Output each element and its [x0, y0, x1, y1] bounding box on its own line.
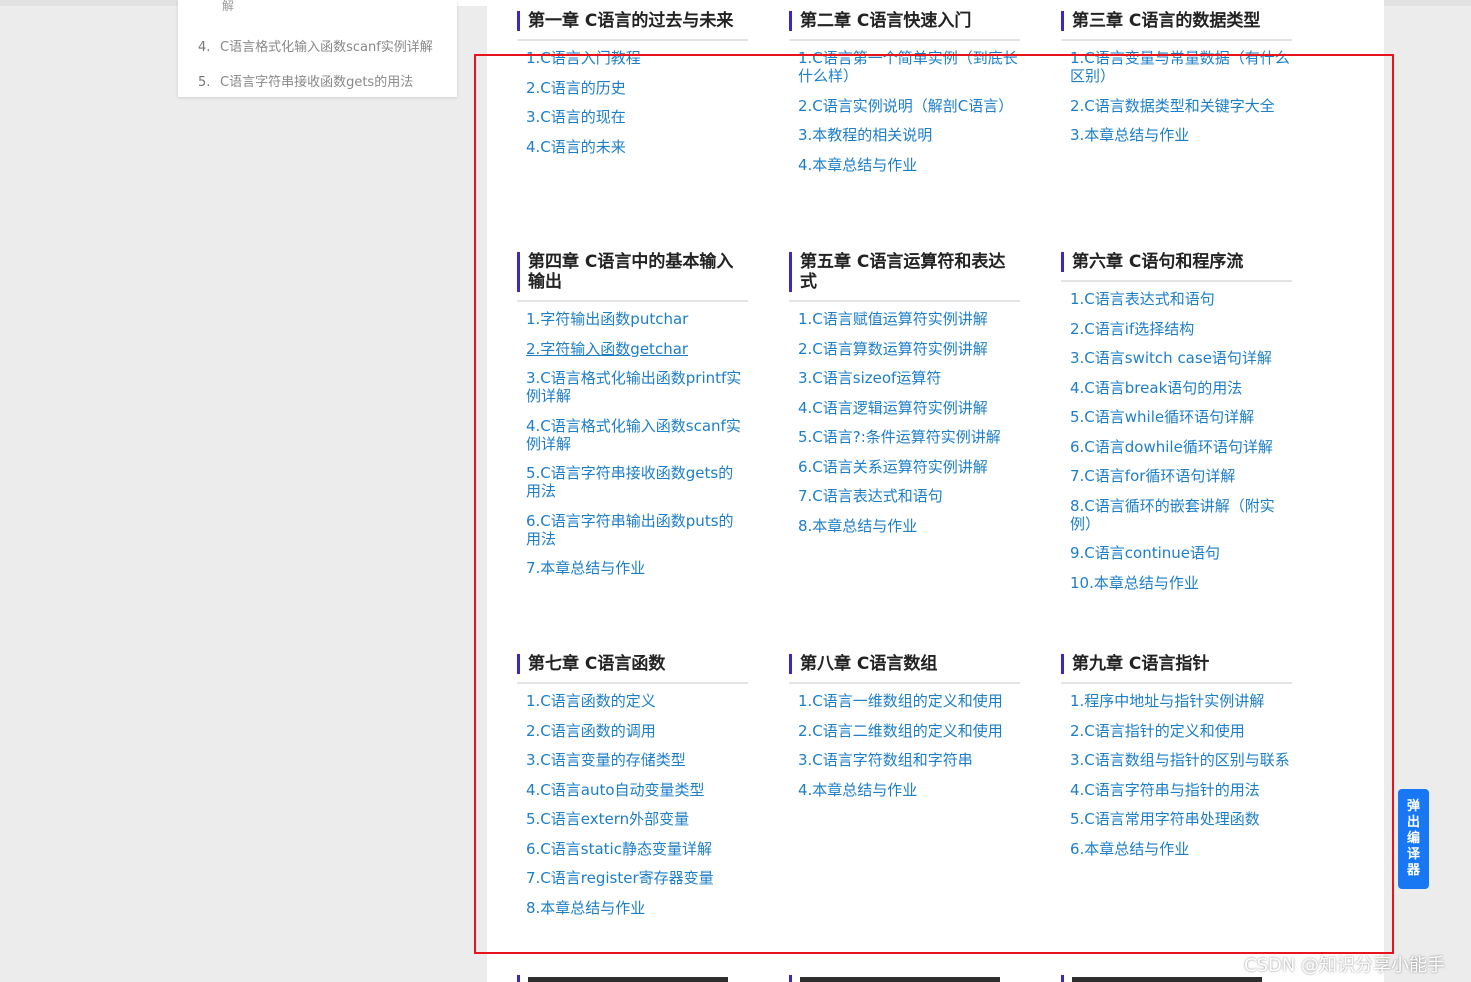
- chapter-9: 第九章 C语言指针 1.程序中地址与指针实例讲解 2.C语言指针的定义和使用 3…: [1061, 654, 1292, 869]
- chapter-title: 第六章 C语句和程序流: [1061, 252, 1292, 272]
- chapter-1: 第一章 C语言的过去与未来 1.C语言入门教程 2.C语言的历史 3.C语言的现…: [517, 11, 748, 167]
- lesson-link[interactable]: 2.C语言数据类型和关键字大全: [1070, 97, 1292, 115]
- lesson-link[interactable]: 5.C语言?:条件运算符实例讲解: [798, 428, 1020, 446]
- lesson-link[interactable]: 4.C语言格式化输入函数scanf实例详解: [526, 417, 748, 453]
- compiler-button-char: 编: [1406, 831, 1420, 846]
- lesson-link[interactable]: 3.C语言的现在: [526, 108, 748, 126]
- chapter-11-heading-cutoff: [789, 975, 1020, 982]
- chapter-title: 第八章 C语言数组: [789, 654, 1020, 674]
- lesson-link[interactable]: 4.C语言的未来: [526, 138, 748, 156]
- lesson-link[interactable]: 2.字符输入函数getchar: [526, 340, 748, 358]
- sidebar-item-gets[interactable]: 5. C语言字符串接收函数gets的用法: [198, 71, 413, 90]
- lesson-link[interactable]: 4.本章总结与作业: [798, 781, 1020, 799]
- chapter-3: 第三章 C语言的数据类型 1.C语言变量与常量数据（有什么区别） 2.C语言数据…: [1061, 11, 1292, 156]
- lesson-link[interactable]: 4.C语言字符串与指针的用法: [1070, 781, 1292, 799]
- sidebar-item-scanf[interactable]: 4. C语言格式化输入函数scanf实例详解: [198, 36, 433, 55]
- chapter-10-heading-cutoff: [517, 975, 748, 982]
- lesson-link[interactable]: 2.C语言函数的调用: [526, 722, 748, 740]
- chapter-title: 第五章 C语言运算符和表达式: [789, 252, 1020, 292]
- divider: [789, 682, 1020, 684]
- lesson-link[interactable]: 6.本章总结与作业: [1070, 840, 1292, 858]
- sidebar-item-label: C语言字符串接收函数gets的用法: [220, 75, 414, 90]
- lesson-link[interactable]: 2.C语言二维数组的定义和使用: [798, 722, 1020, 740]
- lesson-link[interactable]: 7.C语言for循环语句详解: [1070, 467, 1292, 485]
- divider: [789, 300, 1020, 302]
- lesson-link[interactable]: 7.C语言表达式和语句: [798, 487, 1020, 505]
- lesson-link[interactable]: 1.程序中地址与指针实例讲解: [1070, 692, 1292, 710]
- lesson-link[interactable]: 3.C语言数组与指针的区别与联系: [1070, 751, 1292, 769]
- lesson-link[interactable]: 1.字符输出函数putchar: [526, 310, 748, 328]
- lesson-link[interactable]: 3.C语言格式化输出函数printf实例详解: [526, 369, 748, 405]
- chapter-title: 第九章 C语言指针: [1061, 654, 1292, 674]
- lesson-link[interactable]: 3.C语言字符数组和字符串: [798, 751, 1020, 769]
- sidebar-item-fragment: 解: [222, 0, 235, 12]
- chapter-4: 第四章 C语言中的基本输入输出 1.字符输出函数putchar 2.字符输入函数…: [517, 252, 748, 589]
- chapter-title: 第三章 C语言的数据类型: [1061, 11, 1292, 31]
- lesson-link[interactable]: 6.C语言关系运算符实例讲解: [798, 458, 1020, 476]
- lesson-link[interactable]: 2.C语言指针的定义和使用: [1070, 722, 1292, 740]
- sidebar-item-number: 5.: [198, 75, 211, 90]
- lesson-link[interactable]: 1.C语言赋值运算符实例讲解: [798, 310, 1020, 328]
- popup-compiler-button[interactable]: 弹出编译器: [1398, 789, 1429, 889]
- lesson-link[interactable]: 3.本章总结与作业: [1070, 126, 1292, 144]
- lesson-link[interactable]: 3.C语言switch case语句详解: [1070, 349, 1292, 367]
- compiler-button-char: 出: [1406, 815, 1420, 830]
- lesson-link[interactable]: 6.C语言字符串输出函数puts的用法: [526, 512, 748, 548]
- lesson-link[interactable]: 5.C语言字符串接收函数gets的用法: [526, 464, 748, 500]
- lesson-link[interactable]: 3.C语言变量的存储类型: [526, 751, 748, 769]
- lesson-link[interactable]: 4.本章总结与作业: [798, 156, 1020, 174]
- course-catalog: 第一章 C语言的过去与未来 1.C语言入门教程 2.C语言的历史 3.C语言的现…: [487, 0, 1384, 982]
- chapter-6: 第六章 C语句和程序流 1.C语言表达式和语句 2.C语言if选择结构 3.C语…: [1061, 252, 1292, 603]
- lesson-link[interactable]: 2.C语言if选择结构: [1070, 320, 1292, 338]
- lesson-link[interactable]: 3.本教程的相关说明: [798, 126, 1020, 144]
- lesson-link[interactable]: 8.C语言循环的嵌套讲解（附实例）: [1070, 497, 1292, 533]
- chapter-7: 第七章 C语言函数 1.C语言函数的定义 2.C语言函数的调用 3.C语言变量的…: [517, 654, 748, 928]
- lesson-link[interactable]: 8.本章总结与作业: [526, 899, 748, 917]
- lesson-link[interactable]: 2.C语言算数运算符实例讲解: [798, 340, 1020, 358]
- compiler-button-char: 弹: [1406, 799, 1420, 814]
- lesson-link[interactable]: 5.C语言extern外部变量: [526, 810, 748, 828]
- lesson-link[interactable]: 4.C语言break语句的用法: [1070, 379, 1292, 397]
- lesson-link[interactable]: 4.C语言逻辑运算符实例讲解: [798, 399, 1020, 417]
- sidebar-item-label: C语言格式化输入函数scanf实例详解: [220, 40, 433, 55]
- lesson-link[interactable]: 1.C语言变量与常量数据（有什么区别）: [1070, 49, 1292, 85]
- sidebar-toc: 解 4. C语言格式化输入函数scanf实例详解 5. C语言字符串接收函数gets…: [178, 0, 457, 97]
- compiler-button-char: 器: [1406, 863, 1420, 878]
- chapter-2: 第二章 C语言快速入门 1.C语言第一个简单实例（到底长什么样） 2.C语言实例…: [789, 11, 1020, 185]
- lesson-link[interactable]: 3.C语言sizeof运算符: [798, 369, 1020, 387]
- divider: [517, 39, 748, 41]
- chapter-title: 第一章 C语言的过去与未来: [517, 11, 748, 31]
- lesson-link[interactable]: 5.C语言while循环语句详解: [1070, 408, 1292, 426]
- lesson-link[interactable]: 6.C语言static静态变量详解: [526, 840, 748, 858]
- divider: [517, 682, 748, 684]
- lesson-link[interactable]: 1.C语言第一个简单实例（到底长什么样）: [798, 49, 1020, 85]
- lesson-link[interactable]: 1.C语言一维数组的定义和使用: [798, 692, 1020, 710]
- compiler-button-char: 译: [1406, 847, 1420, 862]
- lesson-link[interactable]: 7.C语言register寄存器变量: [526, 869, 748, 887]
- chapter-title: 第四章 C语言中的基本输入输出: [517, 252, 748, 292]
- lesson-link[interactable]: 10.本章总结与作业: [1070, 574, 1292, 592]
- lesson-link[interactable]: 9.C语言continue语句: [1070, 544, 1292, 562]
- lesson-link[interactable]: 2.C语言实例说明（解剖C语言）: [798, 97, 1020, 115]
- lesson-link[interactable]: 1.C语言表达式和语句: [1070, 290, 1292, 308]
- lesson-link[interactable]: 2.C语言的历史: [526, 79, 748, 97]
- divider: [1061, 39, 1292, 41]
- chapter-5: 第五章 C语言运算符和表达式 1.C语言赋值运算符实例讲解 2.C语言算数运算符…: [789, 252, 1020, 546]
- divider: [789, 39, 1020, 41]
- lesson-link[interactable]: 6.C语言dowhile循环语句详解: [1070, 438, 1292, 456]
- lesson-link[interactable]: 5.C语言常用字符串处理函数: [1070, 810, 1292, 828]
- chapter-8: 第八章 C语言数组 1.C语言一维数组的定义和使用 2.C语言二维数组的定义和使…: [789, 654, 1020, 810]
- sidebar-item-number: 4.: [198, 40, 211, 55]
- watermark: CSDN @知识分享小能手: [1244, 955, 1446, 976]
- divider: [1061, 280, 1292, 282]
- chapter-title: 第二章 C语言快速入门: [789, 11, 1020, 31]
- divider: [1061, 682, 1292, 684]
- divider: [517, 300, 748, 302]
- chapter-title: 第七章 C语言函数: [517, 654, 748, 674]
- lesson-link[interactable]: 7.本章总结与作业: [526, 559, 748, 577]
- lesson-link[interactable]: 1.C语言函数的定义: [526, 692, 748, 710]
- lesson-link[interactable]: 1.C语言入门教程: [526, 49, 748, 67]
- lesson-link[interactable]: 8.本章总结与作业: [798, 517, 1020, 535]
- lesson-link[interactable]: 4.C语言auto自动变量类型: [526, 781, 748, 799]
